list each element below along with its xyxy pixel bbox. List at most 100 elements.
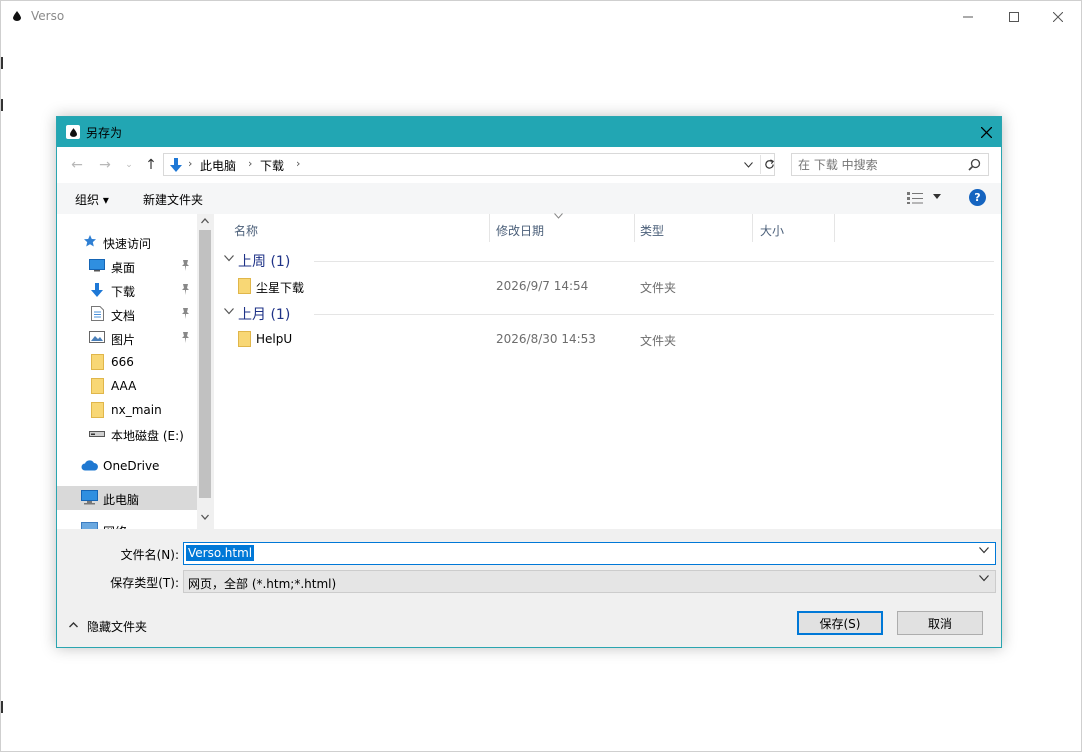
address-dropdown-button[interactable] xyxy=(740,156,756,173)
dialog-titlebar: 另存为 xyxy=(57,117,1001,147)
nav-item-documents[interactable]: 文档 xyxy=(57,302,197,326)
file-date: 2026/9/7 14:54 xyxy=(496,279,589,293)
column-header-size[interactable]: 大小 xyxy=(754,214,834,242)
chevron-up-icon xyxy=(69,622,78,628)
folder-icon xyxy=(238,331,251,347)
filename-combobox[interactable]: Verso.html xyxy=(183,542,996,565)
folder-icon xyxy=(91,402,104,418)
arrow-up-icon: ↑ xyxy=(145,157,157,173)
app-drop-icon xyxy=(13,11,21,21)
file-row[interactable]: HelpU 2026/8/30 14:53 文件夹 xyxy=(214,327,1001,351)
close-icon xyxy=(980,126,992,138)
dialog-title: 另存为 xyxy=(86,126,123,140)
chevron-right-icon: › xyxy=(188,157,193,170)
nav-item-this-pc[interactable]: 此电脑 xyxy=(57,486,197,510)
column-separator[interactable] xyxy=(834,214,835,242)
search-input[interactable] xyxy=(798,157,958,173)
save-as-dialog: 另存为 ← → ⌄ ↑ › 此电脑 › 下载 › 在 下载 中搜索 组织 ▾ 新… xyxy=(56,116,1002,648)
dialog-close-button[interactable] xyxy=(971,117,1001,147)
refresh-button[interactable] xyxy=(760,155,778,174)
file-type: 文件夹 xyxy=(640,334,677,348)
chevron-down-icon xyxy=(743,161,753,168)
nav-item-desktop[interactable]: 桌面 xyxy=(57,254,197,278)
group-divider xyxy=(314,314,994,315)
forward-button[interactable]: → xyxy=(97,157,113,173)
main-window-title: Verso xyxy=(31,9,65,23)
group-header-last-week[interactable]: 上周 (1) xyxy=(214,249,1001,271)
nav-item-quick-access[interactable]: 快速访问 xyxy=(57,230,197,254)
refresh-icon xyxy=(765,159,775,169)
filetype-select[interactable]: 网页，全部 (*.htm;*.html) xyxy=(183,570,996,593)
file-row[interactable]: 尘星下载 2026/9/7 14:54 文件夹 xyxy=(214,274,1001,298)
organize-button[interactable]: 组织 ▾ xyxy=(75,191,109,208)
drive-icon xyxy=(89,431,105,437)
back-button[interactable]: ← xyxy=(69,157,85,173)
minimize-icon xyxy=(963,16,973,17)
view-options-icon[interactable] xyxy=(907,191,923,205)
nav-item-local-disk-e[interactable]: 本地磁盘 (E:) xyxy=(57,422,197,446)
nav-item-network[interactable]: 网络 xyxy=(57,518,197,529)
folder-icon xyxy=(238,278,251,294)
cancel-button[interactable]: 取消 xyxy=(897,611,983,635)
filetype-value: 网页，全部 (*.htm;*.html) xyxy=(188,577,337,591)
column-header-name[interactable]: 名称 xyxy=(228,214,488,242)
recent-locations-button[interactable]: ⌄ xyxy=(121,157,137,173)
arrow-left-icon: ← xyxy=(71,157,83,173)
edge-mark xyxy=(1,57,3,69)
picture-icon xyxy=(89,331,105,343)
pin-icon xyxy=(181,332,190,346)
maximize-icon xyxy=(1009,11,1019,22)
navigation-pane: 快速访问 桌面 下载 文档 图片 666 AAA nx_main 本地磁盘 (E… xyxy=(57,214,213,529)
nav-item-folder-666[interactable]: 666 xyxy=(57,350,197,374)
chevron-right-icon: › xyxy=(296,157,301,170)
filename-label: 文件名(N): xyxy=(120,548,179,562)
address-bar[interactable]: › 此电脑 › 下载 › xyxy=(163,153,775,176)
pin-icon xyxy=(181,308,190,322)
filetype-label: 保存类型(T): xyxy=(110,576,179,590)
filename-input[interactable]: Verso.html xyxy=(186,545,255,561)
download-icon xyxy=(170,158,182,172)
nav-item-folder-nx-main[interactable]: nx_main xyxy=(57,398,197,422)
save-button[interactable]: 保存(S) xyxy=(797,611,883,635)
maximize-button[interactable] xyxy=(991,1,1037,32)
group-header-last-month[interactable]: 上月 (1) xyxy=(214,302,1001,324)
new-folder-button[interactable]: 新建文件夹 xyxy=(143,191,203,208)
cloud-icon xyxy=(81,460,98,471)
edge-mark xyxy=(1,99,3,111)
folder-icon xyxy=(91,354,104,370)
nav-pane-scrollbar[interactable] xyxy=(197,214,213,529)
breadcrumb-downloads[interactable]: 下载 xyxy=(260,157,284,174)
pin-icon xyxy=(181,284,190,298)
main-titlebar: Verso xyxy=(1,1,1081,32)
chevron-right-icon: › xyxy=(248,157,253,170)
pin-icon xyxy=(181,260,190,274)
search-box[interactable] xyxy=(791,153,989,176)
file-type: 文件夹 xyxy=(640,281,677,295)
search-icon xyxy=(968,158,981,171)
document-icon xyxy=(91,306,104,321)
file-name: 尘星下载 xyxy=(256,281,305,295)
arrow-right-icon: → xyxy=(99,157,111,173)
chevron-down-icon[interactable] xyxy=(201,514,209,520)
chevron-up-icon[interactable] xyxy=(201,218,209,224)
star-icon xyxy=(84,235,96,247)
nav-item-folder-aaa[interactable]: AAA xyxy=(57,374,197,398)
window-close-button[interactable] xyxy=(1035,1,1081,32)
nav-item-pictures[interactable]: 图片 xyxy=(57,326,197,350)
sort-indicator-icon xyxy=(554,213,563,219)
nav-item-onedrive[interactable]: OneDrive xyxy=(57,454,197,478)
scroll-thumb[interactable] xyxy=(199,230,211,498)
desktop-icon xyxy=(89,259,105,272)
chevron-down-icon[interactable] xyxy=(979,547,989,554)
file-name: HelpU xyxy=(256,332,293,346)
computer-icon xyxy=(81,490,98,505)
breadcrumb-this-pc[interactable]: 此电脑 xyxy=(200,157,236,174)
nav-item-downloads[interactable]: 下载 xyxy=(57,278,197,302)
view-dropdown-icon[interactable] xyxy=(933,194,941,199)
help-icon[interactable]: ? xyxy=(969,189,986,206)
column-separator[interactable] xyxy=(752,214,753,242)
network-icon xyxy=(81,522,98,529)
up-button[interactable]: ↑ xyxy=(143,157,159,173)
column-header-type[interactable]: 类型 xyxy=(634,214,752,242)
minimize-button[interactable] xyxy=(945,1,991,32)
